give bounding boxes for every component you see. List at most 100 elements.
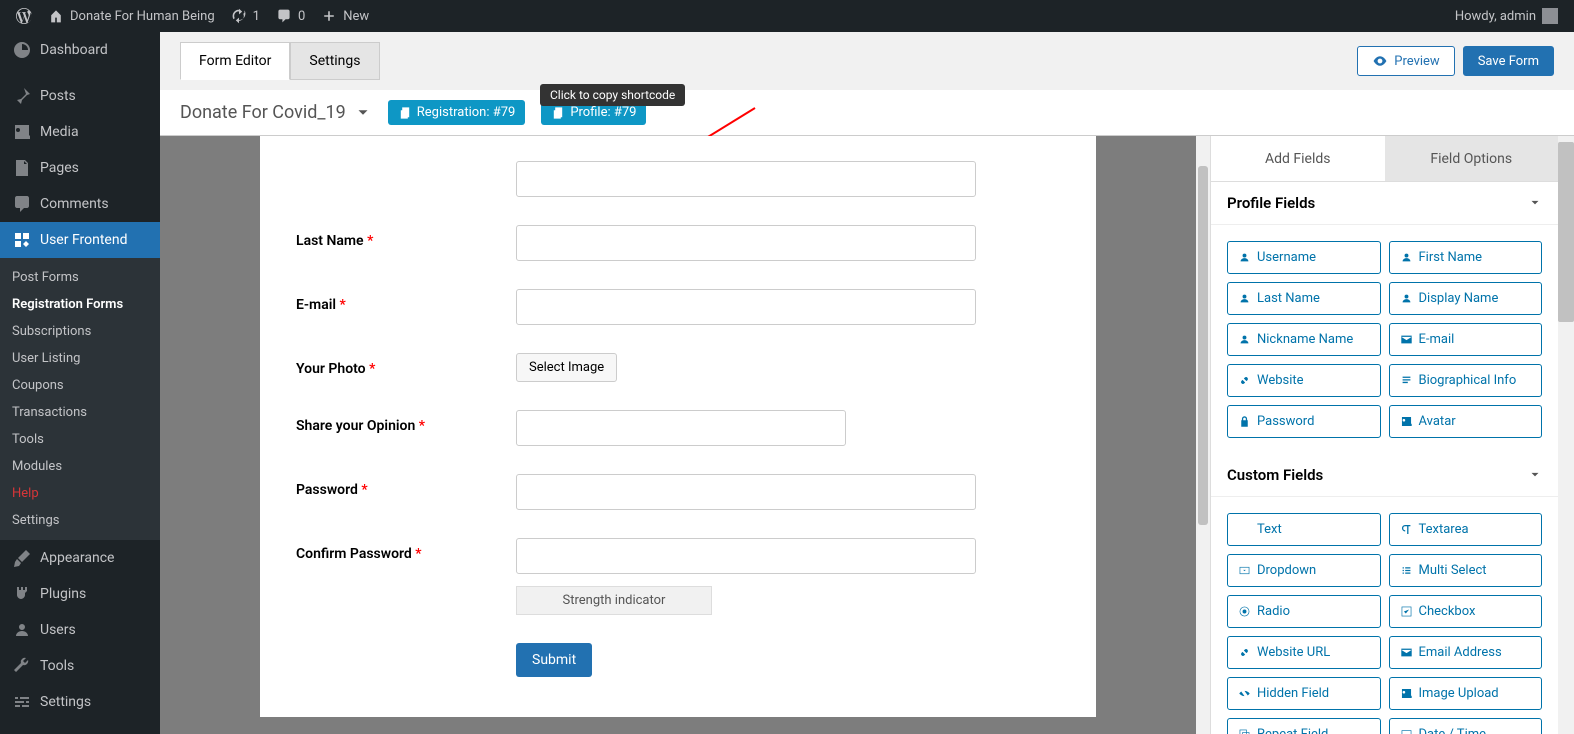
field-first-name[interactable]: First Name	[1389, 241, 1543, 274]
form-title[interactable]: Donate For Covid_19	[180, 102, 372, 123]
field-website-url[interactable]: Website URL	[1227, 636, 1381, 669]
menu-plugins[interactable]: Plugins	[0, 576, 160, 612]
updates-count: 1	[253, 9, 260, 24]
menu-media[interactable]: Media	[0, 114, 160, 150]
dashboard-icon	[12, 40, 32, 60]
menu-user-frontend[interactable]: User Frontend	[0, 222, 160, 258]
input-last-name[interactable]	[516, 225, 976, 261]
field-username[interactable]: Username	[1227, 241, 1381, 274]
menu-user-frontend-label: User Frontend	[40, 232, 127, 248]
submit-button[interactable]: Submit	[516, 643, 592, 677]
submenu-post-forms[interactable]: Post Forms	[0, 264, 160, 291]
field-datetime[interactable]: Date / Time	[1389, 718, 1543, 734]
page-scrollbar[interactable]	[1558, 136, 1574, 734]
field-email[interactable]: E-mail	[1389, 323, 1543, 356]
comments-count: 0	[298, 9, 305, 24]
field-last-name[interactable]: Last Name	[1227, 282, 1381, 315]
users-icon	[12, 620, 32, 640]
field-radio[interactable]: Radio	[1227, 595, 1381, 628]
chevron-down-icon	[1528, 196, 1542, 210]
admin-bar-right[interactable]: Howdy, admin	[1455, 8, 1566, 24]
link-icon	[1238, 374, 1251, 387]
submenu-coupons[interactable]: Coupons	[0, 372, 160, 399]
top-bar: Form Editor Settings Preview Save Form	[160, 32, 1574, 90]
comments[interactable]: 0	[268, 0, 313, 32]
field-website[interactable]: Website	[1227, 364, 1381, 397]
chevron-down-icon	[1528, 468, 1542, 482]
menu-settings[interactable]: Settings	[0, 684, 160, 720]
submenu-settings[interactable]: Settings	[0, 507, 160, 534]
tab-settings[interactable]: Settings	[290, 42, 379, 80]
save-form-button[interactable]: Save Form	[1463, 46, 1554, 76]
input-password[interactable]	[516, 474, 976, 510]
envelope-icon	[1400, 646, 1413, 659]
submenu-user-listing[interactable]: User Listing	[0, 345, 160, 372]
select-image-button[interactable]: Select Image	[516, 353, 617, 382]
updates[interactable]: 1	[223, 0, 268, 32]
user-icon	[1238, 251, 1251, 264]
wp-logo[interactable]	[8, 0, 40, 32]
menu-tools[interactable]: Tools	[0, 648, 160, 684]
submenu-user-frontend: Post Forms Registration Forms Subscripti…	[0, 258, 160, 540]
copy-icon	[398, 106, 412, 120]
right-panel: Add Fields Field Options Profile Fields …	[1210, 136, 1558, 734]
label-placeholder	[296, 161, 496, 169]
form-card: Last Name * E-mail * Your Photo * Select…	[260, 136, 1096, 717]
repeat-icon	[1238, 728, 1251, 734]
brush-icon	[12, 548, 32, 568]
submenu-registration-forms[interactable]: Registration Forms	[0, 291, 160, 318]
menu-pages[interactable]: Pages	[0, 150, 160, 186]
field-checkbox[interactable]: Checkbox	[1389, 595, 1543, 628]
menu-posts[interactable]: Posts	[0, 78, 160, 114]
field-dropdown[interactable]: Dropdown	[1227, 554, 1381, 587]
field-nickname[interactable]: Nickname Name	[1227, 323, 1381, 356]
copy-tooltip: Click to copy shortcode	[540, 84, 685, 106]
preview-button[interactable]: Preview	[1357, 46, 1454, 76]
field-image-upload[interactable]: Image Upload	[1389, 677, 1543, 710]
howdy-text: Howdy, admin	[1455, 9, 1536, 24]
site-home[interactable]: Donate For Human Being	[40, 0, 223, 32]
comments-icon	[12, 194, 32, 214]
field-textarea[interactable]: Textarea	[1389, 513, 1543, 546]
section-custom-fields[interactable]: Custom Fields	[1211, 454, 1558, 497]
field-multi-select[interactable]: Multi Select	[1389, 554, 1543, 587]
input-confirm-password[interactable]	[516, 538, 976, 574]
tab-add-fields[interactable]: Add Fields	[1211, 136, 1385, 181]
menu-users[interactable]: Users	[0, 612, 160, 648]
menu-comments[interactable]: Comments	[0, 186, 160, 222]
input-opinion[interactable]	[516, 410, 846, 446]
menu-dashboard[interactable]: Dashboard	[0, 32, 160, 68]
input-email[interactable]	[516, 289, 976, 325]
field-display-name[interactable]: Display Name	[1389, 282, 1543, 315]
menu-settings-label: Settings	[40, 694, 91, 710]
submenu-modules[interactable]: Modules	[0, 453, 160, 480]
submenu-transactions[interactable]: Transactions	[0, 399, 160, 426]
form-canvas[interactable]: Last Name * E-mail * Your Photo * Select…	[160, 136, 1196, 734]
list-icon	[1400, 564, 1413, 577]
canvas-scrollbar[interactable]	[1196, 136, 1210, 734]
field-repeat[interactable]: Repeat Field	[1227, 718, 1381, 734]
field-text[interactable]: Text	[1227, 513, 1381, 546]
menu-users-label: Users	[40, 622, 76, 638]
menu-appearance[interactable]: Appearance	[0, 540, 160, 576]
tab-field-options[interactable]: Field Options	[1385, 136, 1559, 181]
tab-form-editor[interactable]: Form Editor	[180, 42, 290, 80]
envelope-icon	[1400, 333, 1413, 346]
new-content[interactable]: New	[313, 0, 377, 32]
plus-icon	[321, 8, 337, 24]
input-first-name[interactable]	[516, 161, 976, 197]
submenu-subscriptions[interactable]: Subscriptions	[0, 318, 160, 345]
section-profile-fields[interactable]: Profile Fields	[1211, 182, 1558, 225]
shortcode-registration[interactable]: Registration: #79	[388, 100, 526, 125]
field-hidden[interactable]: Hidden Field	[1227, 677, 1381, 710]
menu-comments-label: Comments	[40, 196, 109, 212]
field-avatar[interactable]: Avatar	[1389, 405, 1543, 438]
label-password: Password *	[296, 474, 496, 498]
submenu-help[interactable]: Help	[0, 480, 160, 507]
label-last-name: Last Name *	[296, 225, 496, 249]
field-email-address[interactable]: Email Address	[1389, 636, 1543, 669]
submenu-tools[interactable]: Tools	[0, 426, 160, 453]
editor-tabs: Form Editor Settings	[180, 42, 380, 80]
field-password[interactable]: Password	[1227, 405, 1381, 438]
field-bio[interactable]: Biographical Info	[1389, 364, 1543, 397]
